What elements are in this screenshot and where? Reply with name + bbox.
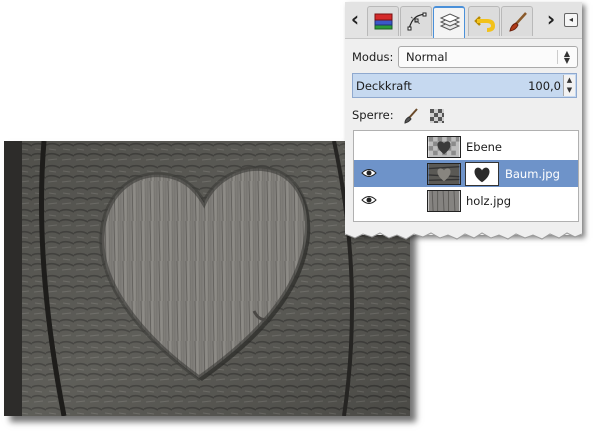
layer-name: Ebene: [466, 140, 503, 154]
layers-dock: ‹ › ◂ Modus: Normal ▲ ▼ Deckkraft 100,0 …: [345, 2, 582, 235]
mode-label: Modus:: [352, 50, 394, 64]
layer-name: holz.jpg: [466, 194, 512, 208]
mode-value: Normal: [406, 50, 448, 64]
layers-icon: [439, 13, 461, 31]
layer-row-ebene[interactable]: Ebene: [354, 133, 578, 160]
visibility-eye-icon[interactable]: [361, 167, 377, 179]
visibility-eye-icon[interactable]: [361, 194, 377, 206]
tab-paths[interactable]: [400, 6, 432, 36]
channels-icon: [374, 13, 393, 30]
tab-scroll-right-button[interactable]: ›: [544, 8, 558, 32]
layers-list: Ebene Baum.jpg holz.jpg: [353, 130, 579, 222]
lock-label: Sperre:: [352, 108, 394, 122]
paths-icon: [407, 12, 427, 31]
dock-tabbar: ‹ › ◂: [345, 2, 582, 39]
opacity-spin-button[interactable]: ▲ ▼: [563, 75, 575, 96]
layer-row-holz[interactable]: holz.jpg: [354, 187, 578, 214]
layer-thumbnail: [427, 190, 461, 212]
undo-history-icon: [474, 16, 496, 32]
tab-undo-history[interactable]: [468, 6, 500, 36]
mode-combobox[interactable]: Normal ▲ ▼: [398, 46, 578, 68]
tab-scroll-left-button[interactable]: ‹: [348, 8, 362, 32]
tab-channels[interactable]: [367, 6, 399, 36]
layer-thumbnail: [427, 136, 461, 158]
brushes-icon: [509, 12, 527, 32]
combo-arrows-icon: ▲ ▼: [557, 50, 573, 65]
opacity-label: Deckkraft: [356, 79, 412, 93]
dock-menu-button[interactable]: ◂: [564, 13, 578, 27]
tab-brushes[interactable]: [501, 6, 533, 36]
paint-lock-icon[interactable]: [403, 108, 419, 124]
opacity-value: 100,0: [528, 79, 561, 93]
layer-mask-thumbnail[interactable]: [465, 162, 499, 186]
torn-edge-decoration: [345, 228, 583, 240]
layer-name: Baum.jpg: [505, 167, 560, 181]
layer-thumbnail: [427, 163, 461, 185]
alpha-lock-icon[interactable]: [429, 108, 445, 124]
layer-row-baum[interactable]: Baum.jpg: [354, 160, 578, 187]
opacity-slider[interactable]: Deckkraft 100,0 ▲ ▼: [352, 73, 577, 98]
tab-layers[interactable]: [433, 6, 465, 38]
